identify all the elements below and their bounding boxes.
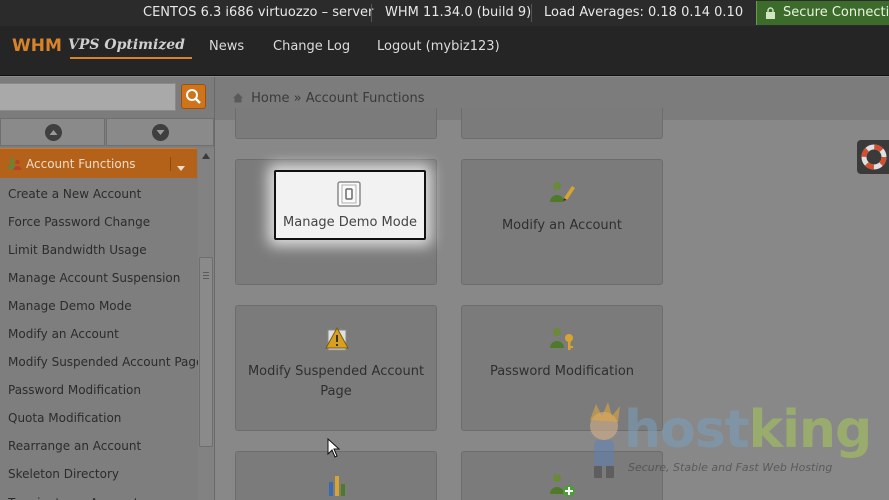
search-button[interactable]: [181, 84, 206, 109]
lock-icon: [766, 7, 775, 19]
sidebar-item-modify-suspended-page[interactable]: Modify Suspended Account Page: [0, 348, 198, 376]
tile-modify-account[interactable]: Modify an Account: [461, 159, 663, 285]
sidebar-item-create-account[interactable]: Create a New Account: [0, 180, 198, 208]
server-info: CENTOS 6.3 i686 virtuozzo – server: [143, 5, 374, 20]
logo-whm-text: WHM: [12, 36, 62, 56]
sidebar-scrollbar[interactable]: [198, 148, 214, 500]
mouse-cursor-icon: [327, 438, 341, 458]
breadcrumb: Home » Account Functions: [232, 91, 424, 106]
sidebar-item-manage-demo-mode[interactable]: Manage Demo Mode: [0, 292, 198, 320]
user-add-icon: [550, 474, 575, 497]
search-bar-row: [0, 77, 889, 120]
tile-label: Modify an Account: [501, 218, 623, 233]
main-header: WHM VPS Optimized News Change Log Logout…: [0, 26, 889, 76]
sidebar-item-terminate-account[interactable]: Terminate an Account: [0, 488, 198, 500]
bar-chart-icon: [329, 476, 345, 496]
arrow-down-icon: [152, 124, 169, 141]
mascot-logo: [590, 402, 620, 478]
status-divider: [531, 4, 532, 22]
sidebar-item-force-password-change[interactable]: Force Password Change: [0, 208, 198, 236]
secure-connection-badge: Secure Connection: [756, 1, 889, 25]
sidebar-item-modify-account[interactable]: Modify an Account: [0, 320, 198, 348]
grip-icon: [203, 272, 209, 273]
user-edit-icon: [550, 182, 575, 202]
tile-modify-suspended-page[interactable]: Modify Suspended Account Page: [235, 305, 437, 431]
tile-partial-bottom[interactable]: [235, 451, 437, 500]
watermark-host: host: [624, 400, 750, 460]
sidebar-item-limit-bandwidth[interactable]: Limit Bandwidth Usage: [0, 236, 198, 264]
server-status-bar: CENTOS 6.3 i686 virtuozzo – server WHM 1…: [0, 0, 889, 26]
sidebar-scroll-controls: [0, 118, 214, 146]
nav-change-log[interactable]: Change Log: [273, 39, 350, 54]
hostking-watermark: hostking Secure, Stable and Fast Web Hos…: [580, 396, 889, 500]
user-key-icon: [550, 328, 573, 350]
users-group-icon: [7, 158, 22, 170]
sidebar-item-list: Create a New Account Force Password Chan…: [0, 180, 198, 500]
status-divider: [371, 4, 372, 22]
tile-label: Manage Demo Mode: [283, 215, 417, 230]
warning-page-icon: [325, 326, 349, 351]
watermark-tagline: Secure, Stable and Fast Web Hosting: [628, 461, 833, 474]
whm-version: WHM 11.34.0 (build 9): [385, 5, 532, 20]
sidebar-scroll-up-button[interactable]: [0, 118, 105, 146]
sidebar-scroll-down-button[interactable]: [106, 118, 214, 146]
sidebar-item-manage-suspension[interactable]: Manage Account Suspension: [0, 264, 198, 292]
logo-vps-text: VPS Optimized: [68, 37, 185, 53]
tile-label: Password Modification: [489, 364, 635, 379]
tile-label: Modify Suspended Account Page: [247, 364, 425, 399]
section-collapse-toggle[interactable]: [170, 157, 190, 171]
nav-logout[interactable]: Logout (mybiz123): [377, 39, 500, 54]
toggle-switch-icon: [337, 181, 361, 207]
sidebar-item-rearrange-account[interactable]: Rearrange an Account: [0, 432, 198, 460]
function-tile-partial[interactable]: [235, 108, 437, 139]
sidebar-section-label: Account Functions: [26, 157, 136, 171]
breadcrumb-separator: »: [293, 91, 302, 106]
secure-connection-label: Secure Connection: [783, 5, 889, 20]
lifesaver-icon: [861, 144, 887, 170]
sidebar-item-skeleton-directory[interactable]: Skeleton Directory: [0, 460, 198, 488]
function-tile-partial[interactable]: [461, 108, 663, 139]
breadcrumb-current: Account Functions: [305, 91, 425, 106]
search-icon: [186, 89, 201, 104]
breadcrumb-home[interactable]: Home: [251, 91, 289, 106]
nav-news[interactable]: News: [209, 39, 244, 54]
sidebar-item-password-modification[interactable]: Password Modification: [0, 376, 198, 404]
chevron-down-icon: [177, 166, 185, 171]
logo-swoosh: [70, 57, 192, 59]
sidebar-item-quota-modification[interactable]: Quota Modification: [0, 404, 198, 432]
arrow-up-icon: [45, 124, 62, 141]
scrollbar-thumb[interactable]: [199, 257, 213, 447]
watermark-king: king: [748, 400, 873, 460]
scroll-up-arrow-icon: [202, 153, 210, 159]
tile-manage-demo-mode[interactable]: Manage Demo Mode: [274, 170, 426, 240]
watermark-brand-text: hostking: [624, 400, 873, 460]
home-icon: [233, 93, 243, 103]
sidebar-section-account-functions[interactable]: Account Functions: [0, 148, 197, 178]
help-tab[interactable]: [857, 140, 889, 174]
load-averages: Load Averages: 0.18 0.14 0.10: [544, 5, 744, 20]
sidebar-search-input[interactable]: [0, 83, 176, 111]
